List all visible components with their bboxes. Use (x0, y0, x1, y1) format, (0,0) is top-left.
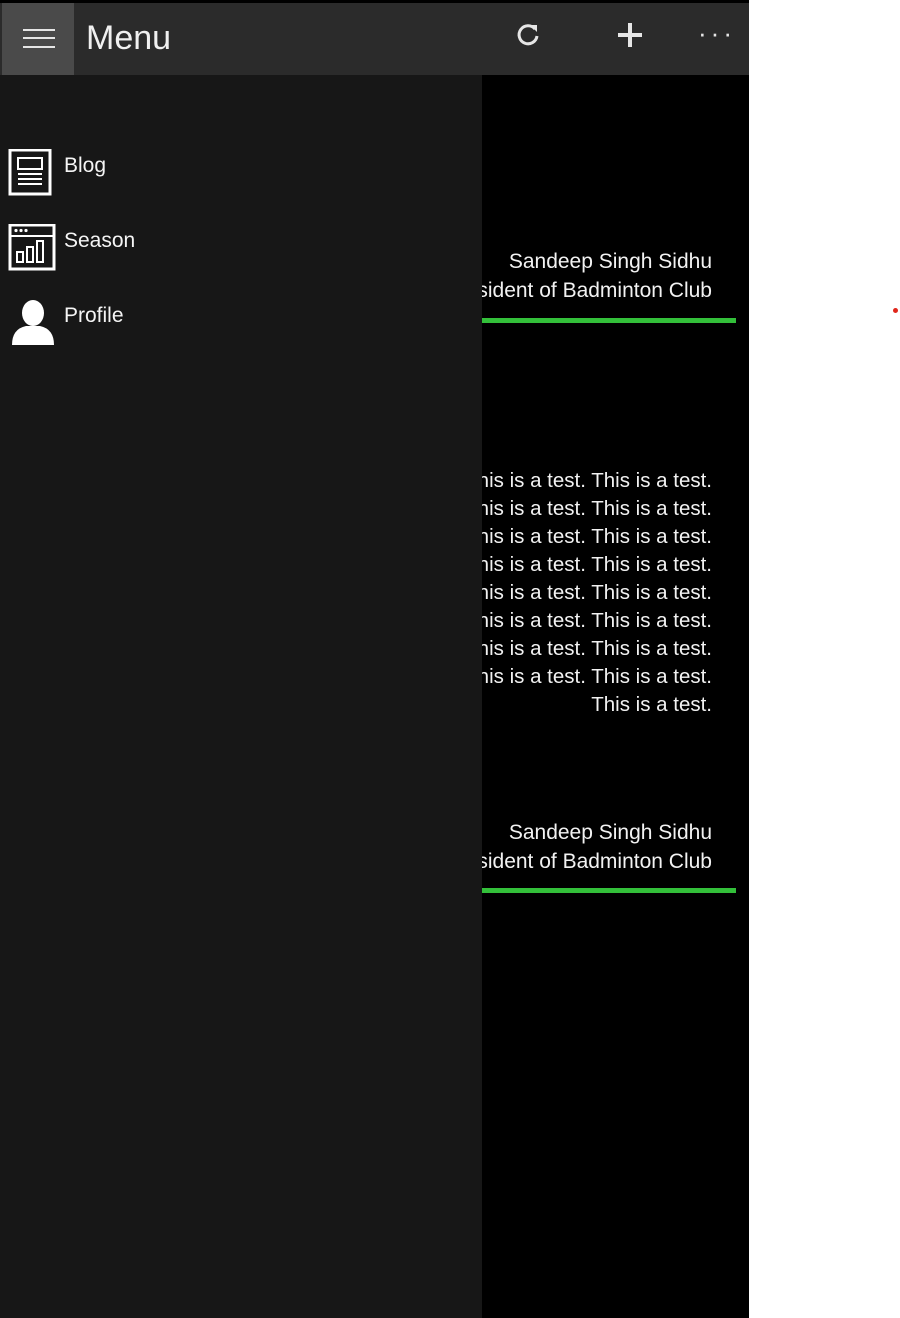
plus-icon (618, 23, 642, 47)
page-title: Menu (86, 19, 172, 57)
more-icon: ··· (698, 17, 736, 48)
indicator-dot (893, 308, 898, 313)
post-author: Sandeep Singh Sidhu President of Badmint… (445, 247, 712, 305)
refresh-button[interactable] (504, 11, 552, 59)
add-button[interactable] (606, 11, 654, 59)
title-bar: Menu ··· (0, 3, 749, 75)
nav-item-season[interactable]: Season (8, 224, 468, 280)
author-name: Sandeep Singh Sidhu (508, 250, 712, 273)
nav-item-profile[interactable]: Profile (8, 299, 468, 355)
nav-item-label: Season (64, 229, 136, 252)
hamburger-menu-button[interactable] (2, 3, 74, 75)
nav-item-label: Profile (64, 304, 124, 327)
user-icon (12, 300, 54, 345)
post-divider (470, 318, 736, 323)
author-role: President of Badminton Club (444, 850, 712, 873)
post-author: Sandeep Singh Sidhu President of Badmint… (445, 818, 712, 876)
newspaper-icon (8, 149, 52, 196)
post-divider (470, 888, 736, 893)
nav-item-blog[interactable]: Blog (8, 149, 468, 205)
navigation-drawer: Blog Season Profile (0, 75, 482, 1318)
author-name: Sandeep Singh Sidhu (508, 821, 712, 844)
author-role: President of Badminton Club (444, 279, 712, 302)
refresh-icon (517, 24, 539, 46)
hamburger-icon (23, 29, 55, 31)
chart-icon (8, 224, 56, 271)
more-options-button[interactable]: ··· (693, 11, 741, 59)
app-window: Sandeep Singh Sidhu President of Badmint… (0, 0, 749, 1318)
nav-item-label: Blog (64, 154, 107, 177)
